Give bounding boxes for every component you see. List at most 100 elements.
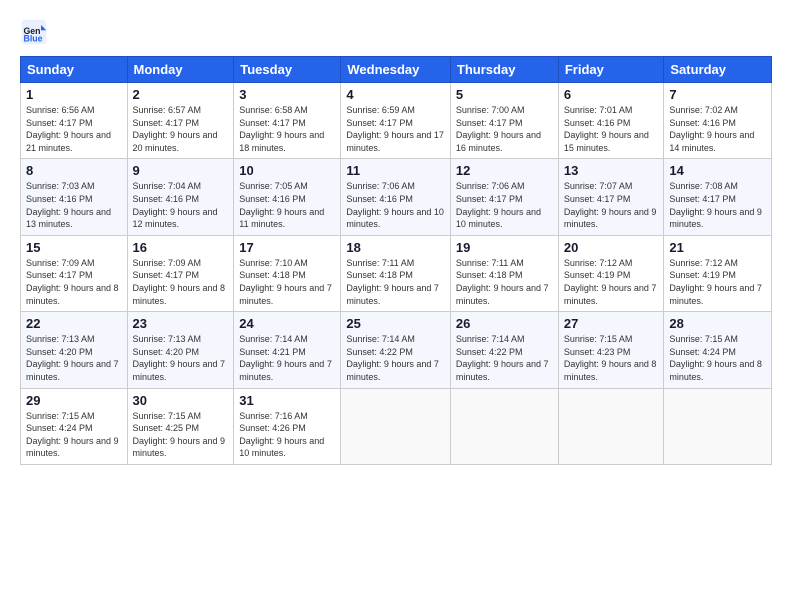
calendar-cell: 4 Sunrise: 6:59 AMSunset: 4:17 PMDayligh… — [341, 83, 451, 159]
weekday-header-friday: Friday — [558, 57, 664, 83]
day-number: 10 — [239, 163, 335, 178]
calendar-cell: 17 Sunrise: 7:10 AMSunset: 4:18 PMDaylig… — [234, 235, 341, 311]
calendar-cell: 30 Sunrise: 7:15 AMSunset: 4:25 PMDaylig… — [127, 388, 234, 464]
day-info: Sunrise: 7:15 AMSunset: 4:25 PMDaylight:… — [133, 411, 226, 459]
day-info: Sunrise: 6:58 AMSunset: 4:17 PMDaylight:… — [239, 105, 324, 153]
day-number: 14 — [669, 163, 766, 178]
calendar-cell: 10 Sunrise: 7:05 AMSunset: 4:16 PMDaylig… — [234, 159, 341, 235]
calendar-cell: 3 Sunrise: 6:58 AMSunset: 4:17 PMDayligh… — [234, 83, 341, 159]
calendar-cell: 26 Sunrise: 7:14 AMSunset: 4:22 PMDaylig… — [450, 312, 558, 388]
day-info: Sunrise: 6:56 AMSunset: 4:17 PMDaylight:… — [26, 105, 111, 153]
day-number: 24 — [239, 316, 335, 331]
weekday-header-tuesday: Tuesday — [234, 57, 341, 83]
weekday-header-wednesday: Wednesday — [341, 57, 451, 83]
day-number: 5 — [456, 87, 553, 102]
day-number: 11 — [346, 163, 445, 178]
day-number: 23 — [133, 316, 229, 331]
day-number: 30 — [133, 393, 229, 408]
day-number: 22 — [26, 316, 122, 331]
weekday-header-thursday: Thursday — [450, 57, 558, 83]
weekday-header-monday: Monday — [127, 57, 234, 83]
calendar-cell: 6 Sunrise: 7:01 AMSunset: 4:16 PMDayligh… — [558, 83, 664, 159]
day-info: Sunrise: 7:04 AMSunset: 4:16 PMDaylight:… — [133, 181, 218, 229]
day-number: 6 — [564, 87, 659, 102]
calendar-cell: 2 Sunrise: 6:57 AMSunset: 4:17 PMDayligh… — [127, 83, 234, 159]
calendar-cell: 8 Sunrise: 7:03 AMSunset: 4:16 PMDayligh… — [21, 159, 128, 235]
calendar-cell: 15 Sunrise: 7:09 AMSunset: 4:17 PMDaylig… — [21, 235, 128, 311]
calendar-cell: 11 Sunrise: 7:06 AMSunset: 4:16 PMDaylig… — [341, 159, 451, 235]
calendar-cell: 21 Sunrise: 7:12 AMSunset: 4:19 PMDaylig… — [664, 235, 772, 311]
logo-icon: Gen Blue — [20, 18, 48, 46]
day-info: Sunrise: 7:15 AMSunset: 4:24 PMDaylight:… — [669, 334, 762, 382]
day-number: 7 — [669, 87, 766, 102]
day-number: 17 — [239, 240, 335, 255]
day-info: Sunrise: 6:59 AMSunset: 4:17 PMDaylight:… — [346, 105, 444, 153]
page-container: Gen Blue SundayMondayTuesdayWednesdayThu… — [0, 0, 792, 475]
week-row-3: 15 Sunrise: 7:09 AMSunset: 4:17 PMDaylig… — [21, 235, 772, 311]
day-number: 21 — [669, 240, 766, 255]
calendar-cell: 13 Sunrise: 7:07 AMSunset: 4:17 PMDaylig… — [558, 159, 664, 235]
calendar-cell: 31 Sunrise: 7:16 AMSunset: 4:26 PMDaylig… — [234, 388, 341, 464]
day-info: Sunrise: 7:05 AMSunset: 4:16 PMDaylight:… — [239, 181, 324, 229]
calendar-cell: 24 Sunrise: 7:14 AMSunset: 4:21 PMDaylig… — [234, 312, 341, 388]
day-number: 4 — [346, 87, 445, 102]
day-number: 15 — [26, 240, 122, 255]
week-row-1: 1 Sunrise: 6:56 AMSunset: 4:17 PMDayligh… — [21, 83, 772, 159]
day-info: Sunrise: 6:57 AMSunset: 4:17 PMDaylight:… — [133, 105, 218, 153]
day-info: Sunrise: 7:11 AMSunset: 4:18 PMDaylight:… — [456, 258, 549, 306]
calendar-cell — [450, 388, 558, 464]
day-info: Sunrise: 7:09 AMSunset: 4:17 PMDaylight:… — [133, 258, 226, 306]
calendar-table: SundayMondayTuesdayWednesdayThursdayFrid… — [20, 56, 772, 465]
calendar-cell: 1 Sunrise: 6:56 AMSunset: 4:17 PMDayligh… — [21, 83, 128, 159]
day-number: 25 — [346, 316, 445, 331]
day-info: Sunrise: 7:02 AMSunset: 4:16 PMDaylight:… — [669, 105, 754, 153]
day-number: 3 — [239, 87, 335, 102]
day-info: Sunrise: 7:13 AMSunset: 4:20 PMDaylight:… — [26, 334, 119, 382]
day-info: Sunrise: 7:16 AMSunset: 4:26 PMDaylight:… — [239, 411, 324, 459]
day-number: 16 — [133, 240, 229, 255]
day-info: Sunrise: 7:12 AMSunset: 4:19 PMDaylight:… — [564, 258, 657, 306]
day-number: 27 — [564, 316, 659, 331]
calendar-cell: 19 Sunrise: 7:11 AMSunset: 4:18 PMDaylig… — [450, 235, 558, 311]
day-info: Sunrise: 7:10 AMSunset: 4:18 PMDaylight:… — [239, 258, 332, 306]
day-info: Sunrise: 7:08 AMSunset: 4:17 PMDaylight:… — [669, 181, 762, 229]
calendar-cell — [558, 388, 664, 464]
day-info: Sunrise: 7:06 AMSunset: 4:17 PMDaylight:… — [456, 181, 541, 229]
day-info: Sunrise: 7:12 AMSunset: 4:19 PMDaylight:… — [669, 258, 762, 306]
day-number: 31 — [239, 393, 335, 408]
day-number: 20 — [564, 240, 659, 255]
header: Gen Blue — [20, 18, 772, 46]
calendar-cell: 7 Sunrise: 7:02 AMSunset: 4:16 PMDayligh… — [664, 83, 772, 159]
day-info: Sunrise: 7:14 AMSunset: 4:22 PMDaylight:… — [346, 334, 439, 382]
day-info: Sunrise: 7:00 AMSunset: 4:17 PMDaylight:… — [456, 105, 541, 153]
day-info: Sunrise: 7:13 AMSunset: 4:20 PMDaylight:… — [133, 334, 226, 382]
calendar-cell — [664, 388, 772, 464]
calendar-cell — [341, 388, 451, 464]
day-number: 29 — [26, 393, 122, 408]
calendar-cell: 12 Sunrise: 7:06 AMSunset: 4:17 PMDaylig… — [450, 159, 558, 235]
week-row-5: 29 Sunrise: 7:15 AMSunset: 4:24 PMDaylig… — [21, 388, 772, 464]
weekday-header-sunday: Sunday — [21, 57, 128, 83]
calendar-cell: 14 Sunrise: 7:08 AMSunset: 4:17 PMDaylig… — [664, 159, 772, 235]
weekday-header-saturday: Saturday — [664, 57, 772, 83]
calendar-cell: 18 Sunrise: 7:11 AMSunset: 4:18 PMDaylig… — [341, 235, 451, 311]
day-info: Sunrise: 7:11 AMSunset: 4:18 PMDaylight:… — [346, 258, 439, 306]
calendar-cell: 28 Sunrise: 7:15 AMSunset: 4:24 PMDaylig… — [664, 312, 772, 388]
day-info: Sunrise: 7:15 AMSunset: 4:24 PMDaylight:… — [26, 411, 119, 459]
day-info: Sunrise: 7:14 AMSunset: 4:22 PMDaylight:… — [456, 334, 549, 382]
calendar-cell: 29 Sunrise: 7:15 AMSunset: 4:24 PMDaylig… — [21, 388, 128, 464]
day-info: Sunrise: 7:15 AMSunset: 4:23 PMDaylight:… — [564, 334, 657, 382]
day-info: Sunrise: 7:01 AMSunset: 4:16 PMDaylight:… — [564, 105, 649, 153]
day-info: Sunrise: 7:14 AMSunset: 4:21 PMDaylight:… — [239, 334, 332, 382]
calendar-cell: 25 Sunrise: 7:14 AMSunset: 4:22 PMDaylig… — [341, 312, 451, 388]
day-info: Sunrise: 7:07 AMSunset: 4:17 PMDaylight:… — [564, 181, 657, 229]
day-number: 18 — [346, 240, 445, 255]
day-number: 12 — [456, 163, 553, 178]
day-number: 13 — [564, 163, 659, 178]
day-info: Sunrise: 7:09 AMSunset: 4:17 PMDaylight:… — [26, 258, 119, 306]
day-number: 8 — [26, 163, 122, 178]
day-number: 26 — [456, 316, 553, 331]
calendar-cell: 20 Sunrise: 7:12 AMSunset: 4:19 PMDaylig… — [558, 235, 664, 311]
day-number: 1 — [26, 87, 122, 102]
calendar-cell: 22 Sunrise: 7:13 AMSunset: 4:20 PMDaylig… — [21, 312, 128, 388]
